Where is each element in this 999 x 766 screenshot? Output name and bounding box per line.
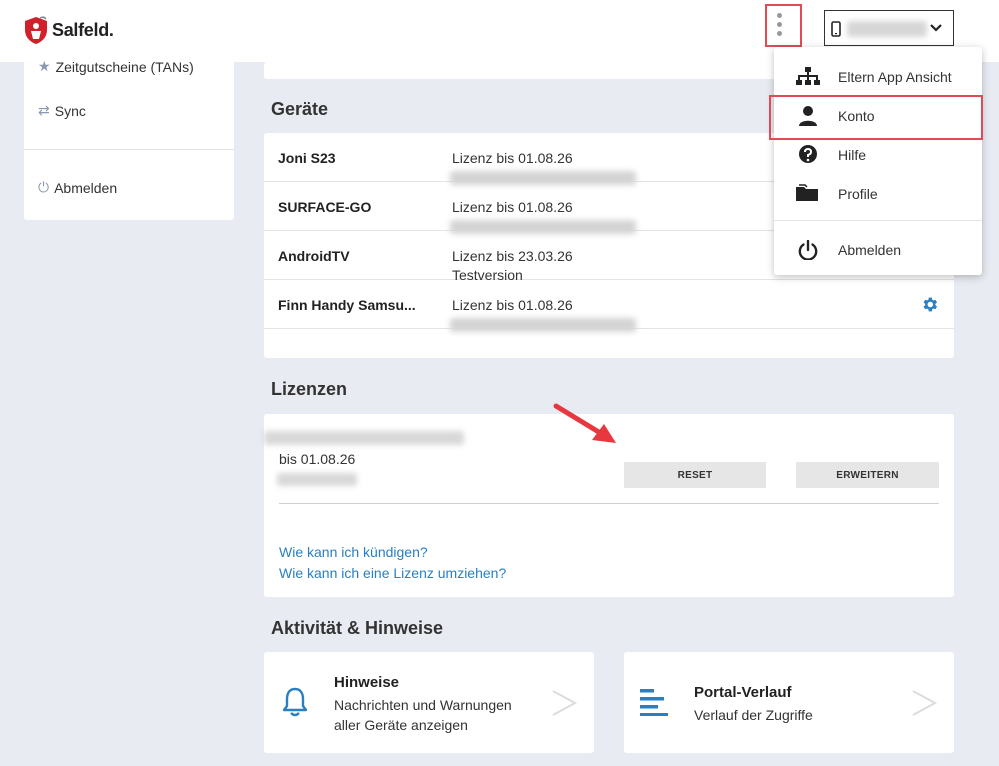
menu-item-label: Profile: [838, 186, 878, 202]
kebab-highlight-box: [765, 4, 802, 47]
tile-portal-history[interactable]: Portal-Verlauf Verlauf der Zugriffe: [624, 652, 954, 753]
chevron-down-icon: [930, 24, 942, 32]
extend-button[interactable]: ERWEITERN: [796, 462, 939, 488]
menu-item-profiles[interactable]: Profile: [774, 175, 982, 213]
device-name: AndroidTV: [278, 248, 350, 264]
menu-item-parent-app-view[interactable]: Eltern App Ansicht: [774, 58, 982, 96]
help-icon: [799, 145, 817, 163]
tile-text-line1: Nachrichten und Warnungen: [334, 697, 512, 713]
sitemap-icon: [796, 67, 820, 85]
bell-icon: [282, 687, 308, 717]
devices-title: Geräte: [271, 99, 329, 119]
cancel-help-link[interactable]: Wie kann ich kündigen?: [279, 544, 428, 560]
sidebar-item-logout[interactable]: ⏻ Abmelden: [38, 179, 117, 196]
device-select[interactable]: [824, 10, 954, 46]
shield-logo-icon: [25, 16, 47, 44]
sidebar-item-sync[interactable]: ⇄ Sync: [38, 102, 86, 119]
brand-name: Salfeld.: [52, 19, 114, 40]
license-key-redacted: [264, 431, 464, 445]
device-name: Joni S23: [278, 150, 336, 166]
account-dropdown-menu: Eltern App Ansicht Konto Hilfe Profile A…: [774, 47, 982, 275]
sidebar-item-tans[interactable]: ★ Zeitgutscheine (TANs): [38, 58, 194, 75]
device-row[interactable]: Finn Handy Samsu... Lizenz bis 01.08.26: [264, 280, 954, 332]
device-info-redacted: [450, 318, 636, 332]
phone-icon: [831, 21, 841, 37]
account-highlight-box: [769, 95, 983, 140]
folder-icon: [796, 184, 818, 201]
tile-title: Portal-Verlauf: [694, 684, 792, 701]
device-license: Lizenz bis 01.08.26: [452, 150, 573, 166]
device-name: SURFACE-GO: [278, 199, 372, 215]
power-icon: ⏻: [38, 179, 50, 195]
sidebar-divider: [24, 149, 234, 150]
device-license: Lizenz bis 23.03.26: [452, 248, 573, 264]
device-license: Lizenz bis 01.08.26: [452, 297, 573, 313]
annotation-arrow-icon: [553, 403, 616, 443]
license-valid-until: bis 01.08.26: [279, 451, 356, 467]
sync-icon: ⇄: [38, 102, 50, 118]
menu-divider: [774, 220, 982, 221]
menu-item-label: Abmelden: [838, 242, 902, 258]
star-icon: ★: [38, 58, 51, 74]
device-license: Lizenz bis 01.08.26: [452, 199, 573, 215]
reset-button[interactable]: RESET: [624, 462, 766, 488]
license-divider: [279, 503, 939, 504]
tile-title: Hinweise: [334, 674, 400, 691]
sidebar-item-label: Sync: [54, 102, 86, 119]
menu-item-label: Eltern App Ansicht: [838, 69, 952, 85]
menu-item-help[interactable]: Hilfe: [774, 136, 982, 174]
device-select-value: [847, 21, 927, 37]
licenses-title: Lizenzen: [271, 379, 348, 399]
device-settings-gear-icon[interactable]: [920, 295, 939, 314]
chevron-right-icon: [912, 690, 938, 716]
tile-notifications[interactable]: Hinweise Nachrichten und Warnungen aller…: [264, 652, 594, 753]
sidebar: ★ Zeitgutscheine (TANs) ⇄ Sync ⏻ Abmelde…: [24, 58, 234, 220]
sidebar-item-label: Zeitgutscheine (TANs): [55, 58, 194, 75]
tile-text-line1: Verlauf der Zugriffe: [694, 707, 813, 723]
activity-title: Aktivität & Hinweise: [271, 618, 444, 638]
sidebar-item-label: Abmelden: [54, 179, 118, 196]
tile-text-line2: aller Geräte anzeigen: [334, 717, 468, 733]
menu-item-logout[interactable]: Abmelden: [774, 231, 982, 269]
power-icon: [798, 240, 818, 260]
list-icon: [640, 689, 668, 716]
move-license-help-link[interactable]: Wie kann ich eine Lizenz umziehen?: [279, 565, 506, 581]
menu-item-label: Hilfe: [838, 147, 867, 163]
salfeld-logo[interactable]: Salfeld.: [23, 12, 114, 48]
chevron-right-icon: [552, 690, 578, 716]
more-menu-icon[interactable]: [777, 13, 783, 39]
license-info-redacted: [277, 473, 357, 486]
device-name: Finn Handy Samsu...: [278, 297, 416, 313]
